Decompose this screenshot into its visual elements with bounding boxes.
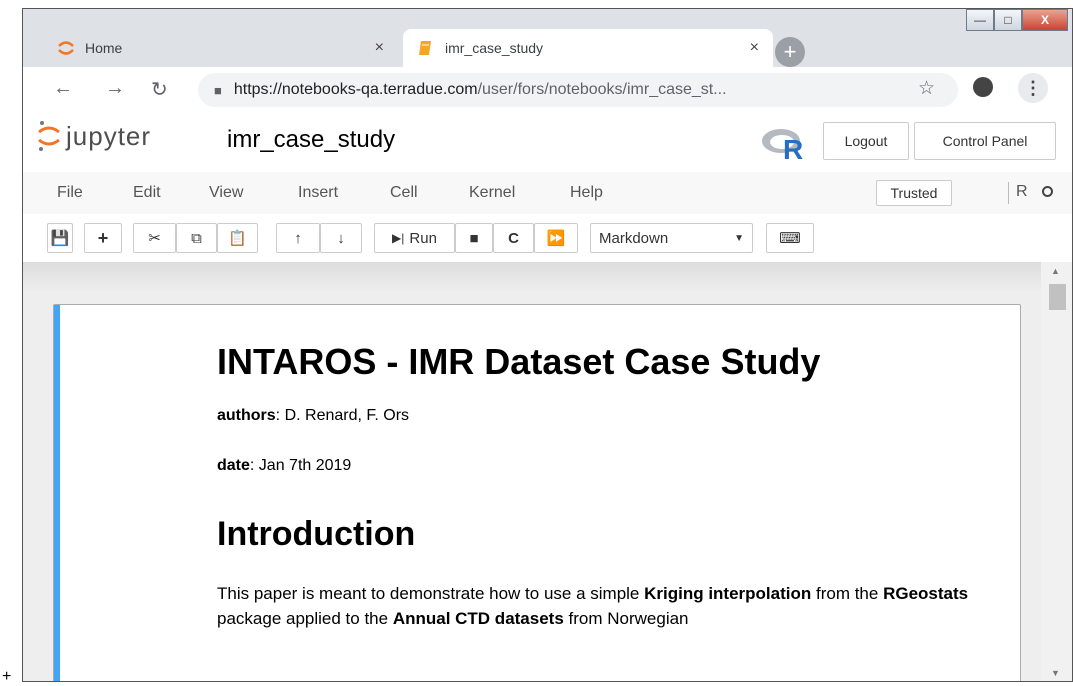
menu-view[interactable]: View [209,184,243,202]
stop-icon[interactable]: ■ [455,223,493,253]
chevron-down-icon: ▼ [734,232,744,244]
r-kernel-logo-icon: R [762,129,803,160]
save-icon[interactable]: 💾 [47,223,73,253]
control-panel-button[interactable]: Control Panel [914,122,1056,160]
jupyter-header: jupyter imr_case_study R Logout Control … [23,112,1072,173]
menu-bar: File Edit View Insert Cell Kernel Help T… [23,172,1072,215]
cell-type-value: Markdown [599,229,669,247]
date-label: date [217,457,250,474]
browser-menu-icon[interactable]: ⋮ [1018,73,1048,103]
date-value: : Jan 7th 2019 [249,457,352,474]
svg-text:R: R [783,134,803,160]
menu-kernel[interactable]: Kernel [469,184,515,202]
menu-edit[interactable]: Edit [133,184,161,202]
close-window-button[interactable]: X [1022,9,1068,31]
notebook-name[interactable]: imr_case_study [227,126,395,154]
cell-type-select[interactable]: Markdown ▼ [590,223,753,253]
menu-insert[interactable]: Insert [298,184,338,202]
tab-title: imr_case_study [445,40,544,56]
address-bar-row: ← → ↻ ■ https://notebooks-qa.terradue.co… [23,67,1072,112]
menu-help[interactable]: Help [570,184,603,202]
date-line: date: Jan 7th 2019 [217,457,351,475]
url-path: /user/fors/notebooks/imr_case_st... [477,81,727,98]
scroll-up-arrow-icon[interactable]: ▲ [1051,266,1060,276]
intro-text: from the [811,584,884,603]
tab-title: Home [85,40,123,56]
menu-cell[interactable]: Cell [390,184,418,202]
markdown-cell[interactable]: INTAROS - IMR Dataset Case Study authors… [53,304,1021,681]
menu-file[interactable]: File [57,184,83,202]
close-tab-icon[interactable]: × [375,39,384,57]
toolbar-shadow [23,262,1041,292]
browser-window: — □ X Home × imr_case_study × + ← → ↻ ■ … [22,8,1073,682]
notebook-toolbar: 💾 + ✂ ⧉ 📋 ↑ ↓ ▶| Run ■ C ⏩ Markdown ▼ ⌨ [23,214,1072,262]
reload-icon[interactable]: ↻ [151,77,168,102]
paste-icon[interactable]: 📋 [217,223,258,253]
intro-bold: Kriging interpolation [644,584,812,603]
tab-home[interactable]: Home × [43,29,398,67]
intro-bold: RGeostats [883,584,969,603]
restart-icon[interactable]: C [493,223,534,253]
intro-bold: Annual CTD datasets [392,609,564,628]
notebook-area: INTAROS - IMR Dataset Case Study authors… [23,262,1041,681]
scrollbar-thumb[interactable] [1049,284,1066,310]
jupyter-logo-icon [38,121,60,151]
maximize-button[interactable]: □ [994,9,1022,31]
bookmark-star-icon[interactable]: ☆ [918,77,935,100]
scroll-down-arrow-icon[interactable]: ▼ [1051,668,1060,678]
copy-icon[interactable]: ⧉ [176,223,217,253]
keyboard-icon[interactable]: ⌨ [766,223,814,253]
logout-button[interactable]: Logout [823,122,909,160]
lock-icon: ■ [214,82,222,98]
authors-line: authors: D. Renard, F. Ors [217,407,409,425]
intro-text: from Norwegian [563,609,689,628]
tab-imr-case-study[interactable]: imr_case_study × [403,29,773,67]
account-icon[interactable] [973,77,993,97]
back-arrow-icon[interactable]: ← [53,77,73,100]
jupyter-logo-icon [58,41,74,55]
move-up-icon[interactable]: ↑ [276,223,320,253]
kernel-name: R [1016,183,1028,200]
window-controls: — □ X [966,9,1068,31]
minimize-button[interactable]: — [966,9,994,31]
crosshair-cursor-icon: + [2,668,12,685]
jupyter-logo[interactable]: jupyter [38,120,151,152]
url-host: https://notebooks-qa.terradue.com [233,81,478,98]
intro-text: package applied to the [217,609,393,628]
new-tab-button[interactable]: + [775,37,805,67]
move-down-icon[interactable]: ↓ [320,223,362,253]
fast-forward-icon[interactable]: ⏩ [534,223,578,253]
run-label: Run [409,229,437,247]
authors-label: authors [217,407,276,424]
jupyter-logo-text: jupyter [66,120,152,151]
insert-cell-icon[interactable]: + [84,223,122,253]
intro-text: This paper is meant to demonstrate how t… [217,584,645,603]
run-button[interactable]: ▶| Run [374,223,455,253]
kernel-status-icon [1042,186,1053,197]
cell-title: INTAROS - IMR Dataset Case Study [217,341,821,382]
authors-value: : D. Renard, F. Ors [275,407,410,424]
intro-paragraph: This paper is meant to demonstrate how t… [217,581,1007,631]
jupyter-page: jupyter imr_case_study R Logout Control … [23,112,1072,681]
vertical-scrollbar[interactable]: ▲ ▼ [1041,262,1072,681]
section-heading: Introduction [217,515,416,553]
notebook-icon [419,41,431,55]
url-bar[interactable]: ■ https://notebooks-qa.terradue.com/user… [198,73,958,107]
cell-selection-bar [54,305,60,681]
cut-icon[interactable]: ✂ [133,223,176,253]
trusted-indicator[interactable]: Trusted [876,180,952,206]
run-icon: ▶| [392,231,405,245]
kernel-divider [1008,182,1009,204]
forward-arrow-icon[interactable]: → [105,77,125,100]
close-tab-icon[interactable]: × [750,39,759,57]
